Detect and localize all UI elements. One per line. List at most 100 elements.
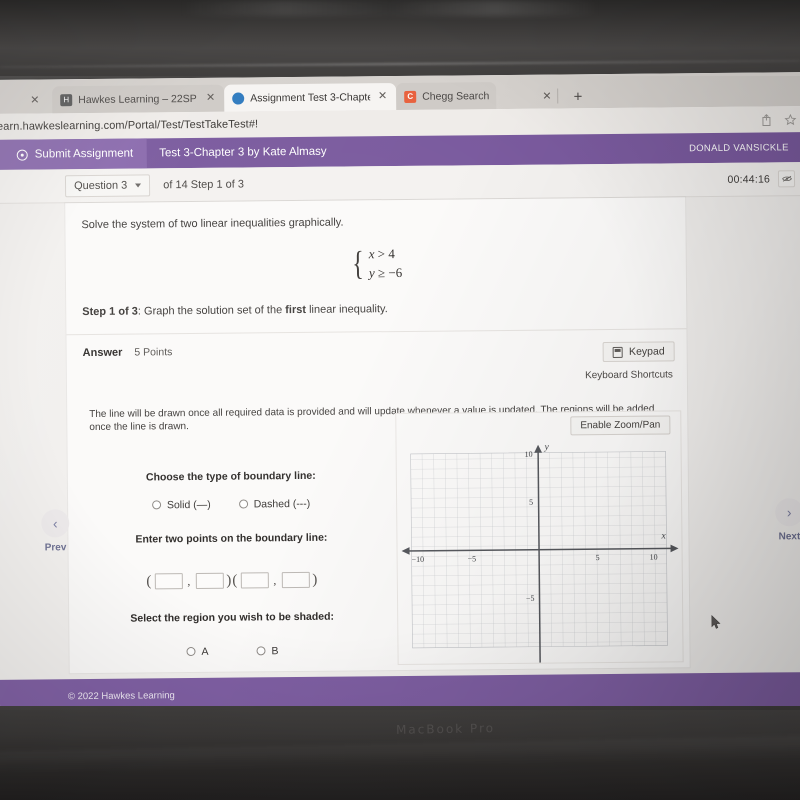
inequality-2: y ≥ −6 xyxy=(369,265,402,281)
prev-navigation[interactable]: ‹ Prev xyxy=(32,509,78,553)
point1-y-input[interactable] xyxy=(195,572,224,589)
laptop-bezel-top xyxy=(0,0,800,78)
screen-content: ✕ H Hawkes Learning – 22SP Interm ✕ Assi… xyxy=(0,72,800,714)
x-tick-neg10: −10 xyxy=(412,554,425,563)
radio-circle-icon[interactable] xyxy=(238,499,248,509)
paren-close: ) xyxy=(312,571,318,588)
work-area: Choose the type of boundary line: Solid … xyxy=(67,409,689,665)
assignment-icon xyxy=(232,91,245,105)
eye-slash-icon xyxy=(781,175,792,182)
inequality-2-rel: ≥ xyxy=(377,265,386,281)
radio-solid-label: Solid (—) xyxy=(166,498,211,511)
point1-x-input[interactable] xyxy=(154,573,183,590)
close-icon[interactable]: ✕ xyxy=(204,92,217,104)
screen-glare xyxy=(180,0,600,16)
y-axis-label: y xyxy=(544,442,550,452)
answer-label: Answer xyxy=(82,346,123,360)
keypad-icon xyxy=(612,346,624,358)
point-entry-row: ( , ) ( , ) xyxy=(73,571,391,591)
tab-divider xyxy=(557,88,559,104)
close-icon[interactable]: ✕ xyxy=(540,91,553,103)
radio-solid[interactable]: Solid (—) xyxy=(151,498,211,511)
next-navigation[interactable]: › Next xyxy=(766,498,800,542)
prev-label: Prev xyxy=(44,542,67,554)
left-brace: { xyxy=(351,244,364,282)
submit-circle-icon xyxy=(16,149,28,161)
radio-dashed[interactable]: Dashed (---) xyxy=(238,497,311,510)
close-icon[interactable]: ✕ xyxy=(376,90,389,102)
user-name[interactable]: DONALD VANSICKLE xyxy=(689,142,789,154)
enable-zoom-pan-button[interactable]: Enable Zoom/Pan xyxy=(570,414,671,435)
chegg-icon: C xyxy=(404,90,417,103)
device-brand-text: MacBook Pro xyxy=(395,721,496,737)
star-icon[interactable] xyxy=(784,113,797,126)
question-meta: of 14 Step 1 of 3 xyxy=(163,178,245,191)
inequality-1: x > 4 xyxy=(369,246,402,262)
browser-tab-title: Assignment Test 3-Chapter 3 b xyxy=(250,90,371,104)
question-select-dropdown[interactable]: Question 3 xyxy=(64,173,151,197)
radio-circle-icon[interactable] xyxy=(186,646,196,657)
comma-separator: , xyxy=(187,573,191,588)
step-prefix: Step 1 of 3 xyxy=(82,305,138,319)
radio-dashed-label: Dashed (---) xyxy=(253,497,311,510)
browser-tab-hawkes[interactable]: H Hawkes Learning – 22SP Interm ✕ xyxy=(52,84,225,114)
leading-close-icon[interactable]: ✕ xyxy=(30,93,39,106)
keypad-button[interactable]: Keypad xyxy=(602,341,675,363)
share-icon[interactable] xyxy=(760,113,772,126)
chevron-left-icon[interactable]: ‹ xyxy=(41,509,70,538)
question-prompt: Solve the system of two linear inequalit… xyxy=(81,216,344,232)
chevron-down-icon xyxy=(135,182,142,188)
point2-x-input[interactable] xyxy=(240,572,269,589)
hawkes-application: Submit Assignment Test 3-Chapter 3 by Ka… xyxy=(0,132,800,714)
inequality-2-lhs: y xyxy=(368,265,375,281)
inequality-2-rhs: −6 xyxy=(388,264,403,281)
question-select-label: Question 3 xyxy=(73,179,128,192)
step-suffix: linear inequality. xyxy=(305,303,388,316)
browser-tab-title: Hawkes Learning – 22SP Interm xyxy=(78,92,198,106)
assignment-title: Test 3-Chapter 3 by Kate Almasy xyxy=(159,145,327,160)
url-text[interactable]: learn.hawkeslearning.com/Portal/Test/Tes… xyxy=(0,118,258,133)
inequality-1-rhs: 4 xyxy=(388,246,395,262)
new-tab-button[interactable]: + xyxy=(573,88,582,105)
x-tick-neg5: −5 xyxy=(468,554,477,563)
browser-tab-chegg[interactable]: C Chegg Search xyxy=(396,82,497,111)
paren-close: ) xyxy=(226,572,232,589)
inequality-1-rel: > xyxy=(377,246,386,262)
answer-header-row: Answer 5 Points Keypad Keyboard Shortcut… xyxy=(66,329,686,385)
chevron-right-icon[interactable]: › xyxy=(775,498,800,527)
timer-visibility-toggle[interactable] xyxy=(777,170,796,188)
x-tick-10: 10 xyxy=(650,552,658,561)
bezel-band xyxy=(0,735,800,775)
browser-tab-assignment[interactable]: Assignment Test 3-Chapter 3 b ✕ xyxy=(224,83,397,112)
boundary-type-prompt: Choose the type of boundary line: xyxy=(145,469,316,483)
radio-circle-icon[interactable] xyxy=(256,646,266,656)
step-text: : Graph the solution set of the xyxy=(137,304,286,318)
region-radios: A B xyxy=(73,644,391,659)
points-prompt: Enter two points on the boundary line: xyxy=(135,531,328,546)
radio-region-b-label: B xyxy=(271,644,279,657)
laptop-photo: ✕ H Hawkes Learning – 22SP Interm ✕ Assi… xyxy=(0,0,800,800)
system-of-inequalities: { x > 4 y ≥ −6 xyxy=(66,243,686,284)
timer-value: 00:44:16 xyxy=(727,172,771,186)
radio-region-a[interactable]: A xyxy=(186,645,209,657)
x-axis-label: x xyxy=(660,531,666,541)
url-bar-actions xyxy=(760,113,797,126)
radio-region-b[interactable]: B xyxy=(256,644,279,657)
boundary-type-radios: Solid (—) Dashed (---) xyxy=(72,497,390,512)
submit-assignment-button[interactable]: Submit Assignment xyxy=(0,138,148,170)
y-tick-5: 5 xyxy=(529,497,533,506)
keyboard-shortcuts-link[interactable]: Keyboard Shortcuts xyxy=(585,369,673,381)
coordinate-plane-graph[interactable]: y x 10 5 −5 −10 −5 5 10 xyxy=(398,437,680,664)
step-instruction: Step 1 of 3: Graph the solution set of t… xyxy=(66,278,686,318)
hawkes-icon: H xyxy=(60,93,73,106)
copyright-text: © 2022 Hawkes Learning xyxy=(67,689,175,702)
timer-group: 00:44:16 xyxy=(727,170,796,188)
submit-assignment-label: Submit Assignment xyxy=(34,147,134,161)
laptop-bezel-bottom xyxy=(0,706,800,800)
answer-points: 5 Points xyxy=(134,346,173,359)
radio-circle-icon[interactable] xyxy=(151,500,161,510)
point2-y-input[interactable] xyxy=(281,571,310,589)
next-label: Next xyxy=(778,531,800,543)
comma-separator: , xyxy=(273,572,277,587)
inequality-1-lhs: x xyxy=(368,246,375,262)
